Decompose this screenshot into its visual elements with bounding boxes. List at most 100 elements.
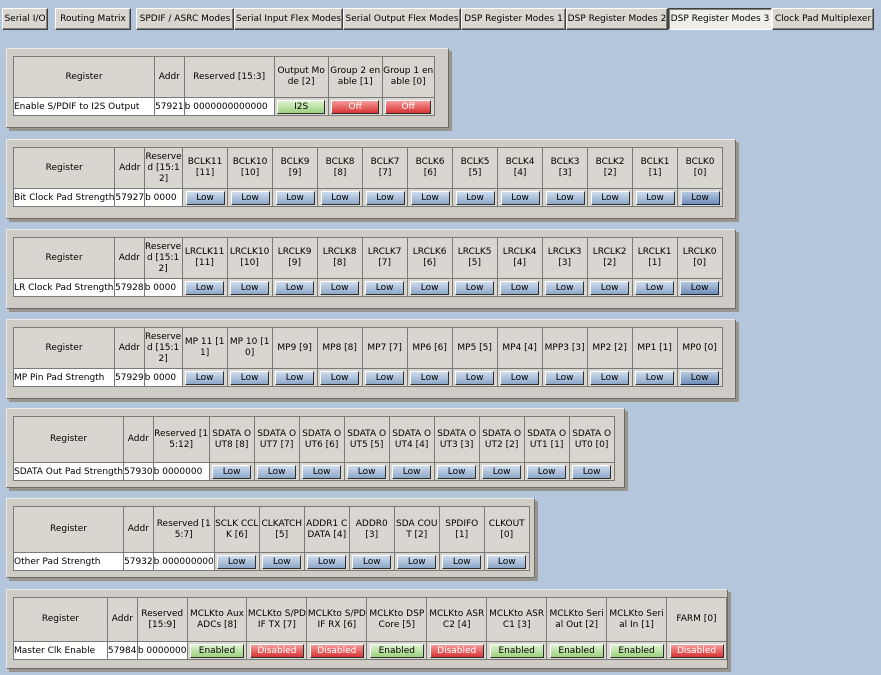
toggle-button-sdata-out6-6[interactable]: Low [302,464,342,479]
toggle-button-lrclk10-10[interactable]: Low [230,280,270,295]
toggle-button-addr0-3[interactable]: Low [352,554,392,569]
toggle-button-bclk9-9[interactable]: Low [275,190,315,205]
header-field-spdifo-1: SPDIFO [1] [438,506,485,553]
toggle-button-bclk6-6[interactable]: Low [410,190,450,205]
toggle-button-clkatch-5[interactable]: Low [262,554,302,569]
toggle-button-mp-11-11[interactable]: Low [185,370,225,385]
toggle-button-lrclk2-2[interactable]: Low [590,280,630,295]
header-field-sdata-out6-6: SDATA OUT6 [6] [298,416,345,463]
toggle-button-sdata-out3-3[interactable]: Low [437,464,477,479]
toggle-button-mclkto-asrc2-4[interactable]: Disabled [429,643,484,658]
toggle-button-clkout-0[interactable]: Low [487,554,527,569]
toggle-button-bclk8-8[interactable]: Low [320,190,360,205]
toggle-button-lrclk5-5[interactable]: Low [455,280,495,295]
toggle-button-mp2-2[interactable]: Low [590,370,630,385]
toggle-button-sclk-cclk-6[interactable]: Low [217,554,257,569]
toggle-button-lrclk7-7[interactable]: Low [365,280,405,295]
field-cell: Low [586,368,633,387]
toggle-button-lrclk8-8[interactable]: Low [320,280,360,295]
header-field-bclk10-10: BCLK10 [10] [227,147,274,189]
toggle-button-bclk1-1[interactable]: Low [635,190,675,205]
toggle-button-sdata-out2-2[interactable]: Low [482,464,522,479]
toggle-button-addr1-cdata-4[interactable]: Low [307,554,347,569]
toggle-button-bclk0-0[interactable]: Low [680,190,720,205]
tab-spdif-asrc-modes[interactable]: SPDIF / ASRC Modes [136,8,234,30]
toggle-button-sdata-out1-1[interactable]: Low [527,464,567,479]
header-addr: Addr [114,147,146,189]
header-field-mclkto-dsp-core-5: MCLKto DSP Core [5] [366,597,428,642]
toggle-button-sda-cout-2[interactable]: Low [397,554,437,569]
toggle-button-mclkto-s-pdif-rx-6[interactable]: Disabled [309,643,364,658]
header-field-addr0-3: ADDR0 [3] [348,506,395,553]
reserved-value: b 0000 [143,368,183,387]
toggle-button-mclkto-serial-out-2[interactable]: Enabled [549,643,604,658]
toggle-button-mp0-0[interactable]: Low [680,370,720,385]
toggle-button-sdata-out4-4[interactable]: Low [392,464,432,479]
header-field-sdata-out2-2: SDATA OUT2 [2] [478,416,525,463]
tab-dsp-register-modes-2[interactable]: DSP Register Modes 2 [566,8,668,30]
toggle-button-bclk4-4[interactable]: Low [500,190,540,205]
toggle-button-lrclk6-6[interactable]: Low [410,280,450,295]
toggle-button-mp7-7[interactable]: Low [365,370,405,385]
toggle-button-mclkto-asrc1-3[interactable]: Enabled [489,643,544,658]
register-name: Enable S/PDIF to I2S Output [13,97,155,116]
toggle-button-mp6-6[interactable]: Low [410,370,450,385]
toggle-button-mp9-9[interactable]: Low [275,370,315,385]
field-cell: Low [541,278,588,297]
header-field-bclk6-6: BCLK6 [6] [407,147,454,189]
field-cell: Disabled [246,641,308,660]
header-reserved: Reserved [15:12] [143,327,183,369]
field-cell: Low [227,188,274,207]
toggle-button-mpp3-3[interactable]: Low [545,370,585,385]
tab-serial-output-flex-modes[interactable]: Serial Output Flex Modes [343,8,461,30]
panel-bit-clock-pad-strength: Register Addr Reserved [15:12] BCLK11 [11] B… [6,139,736,219]
header-reserved: Reserved [15:7] [152,506,215,553]
tab-dsp-register-modes-3[interactable]: DSP Register Modes 3 [668,8,772,30]
tab-serial-input-flex-modes[interactable]: Serial Input Flex Modes [234,8,343,30]
toggle-button-group-1-enable-0[interactable]: Off [385,99,432,114]
toggle-button-mclkto-s-pdif-tx-7[interactable]: Disabled [249,643,304,658]
toggle-button-lrclk4-4[interactable]: Low [500,280,540,295]
reserved-value: b 0000000 [136,641,188,660]
toggle-button-mp8-8[interactable]: Low [320,370,360,385]
toggle-button-bclk3-3[interactable]: Low [545,190,585,205]
toggle-button-mclkto-serial-in-1[interactable]: Enabled [609,643,664,658]
tab-routing-matrix[interactable]: Routing Matrix [55,8,131,30]
toggle-button-bclk10-10[interactable]: Low [230,190,270,205]
toggle-button-bclk5-5[interactable]: Low [455,190,495,205]
toggle-button-mp-10-10[interactable]: Low [230,370,270,385]
toggle-button-mp4-4[interactable]: Low [500,370,540,385]
header-field-bclk1-1: BCLK1 [1] [632,147,679,189]
tab-dsp-register-modes-1[interactable]: DSP Register Modes 1 [461,8,566,30]
toggle-button-mp5-5[interactable]: Low [455,370,495,385]
toggle-button-bclk11-11[interactable]: Low [185,190,225,205]
toggle-button-sdata-out7-7[interactable]: Low [257,464,297,479]
toggle-button-farm-0[interactable]: Disabled [669,643,724,658]
header-field-lrclk4-4: LRCLK4 [4] [496,237,543,279]
toggle-button-mp1-1[interactable]: Low [635,370,675,385]
toggle-button-bclk2-2[interactable]: Low [590,190,630,205]
toggle-button-lrclk11-11[interactable]: Low [185,280,225,295]
toggle-button-mclkto-dsp-core-5[interactable]: Enabled [369,643,424,658]
register-table: Register Addr Reserved [15:7] SCLK CCLK [6]… [13,506,530,571]
field-cell: Low [586,278,633,297]
toggle-button-sdata-out5-5[interactable]: Low [347,464,387,479]
tab-serial-io[interactable]: Serial I/O [2,8,48,30]
field-cell: Low [496,278,543,297]
field-cell: Low [226,368,273,387]
toggle-button-sdata-out8-8[interactable]: Low [212,464,252,479]
tab-clock-pad-multiplexer[interactable]: Clock Pad Multiplexer [772,8,874,30]
toggle-button-bclk7-7[interactable]: Low [365,190,405,205]
toggle-button-mclkto-aux-adcs-8[interactable]: Enabled [189,643,244,658]
toggle-button-sdata-out0-0[interactable]: Low [572,464,612,479]
field-cell: Low [632,188,679,207]
toggle-button-group-2-enable-1[interactable]: Off [331,99,380,114]
toggle-button-spdifo-1[interactable]: Low [442,554,482,569]
toggle-button-lrclk9-9[interactable]: Low [275,280,315,295]
toggle-button-lrclk1-1[interactable]: Low [635,280,675,295]
register-name: Master Clk Enable [13,641,108,660]
toggle-button-output-mode-2[interactable]: I2S [277,99,326,114]
header-field-group-2-enable-1: Group 2 enable [1] [327,56,383,98]
toggle-button-lrclk3-3[interactable]: Low [545,280,585,295]
toggle-button-lrclk0-0[interactable]: Low [680,280,720,295]
